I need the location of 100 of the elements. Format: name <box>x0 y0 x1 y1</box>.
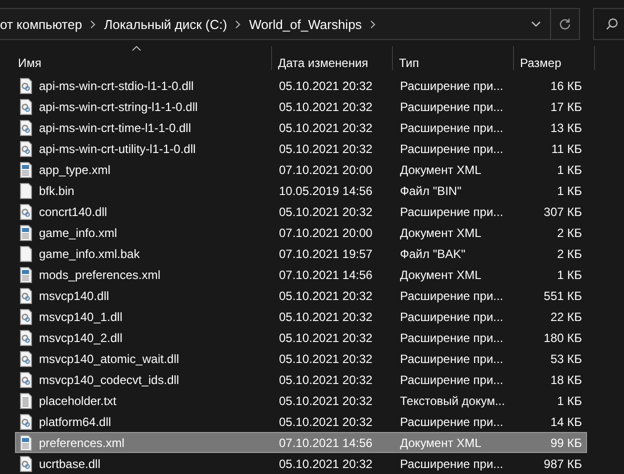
gear-file-icon <box>19 78 33 94</box>
file-row[interactable]: api-ms-win-crt-time-l1-1-0.dll 05.10.2021 20:32 Расширение при... 13 КБ <box>15 117 587 138</box>
size-cell-text: 2 КБ <box>556 226 582 240</box>
xml-file-icon <box>19 434 33 450</box>
date-cell-text: 10.05.2019 14:56 <box>278 184 374 198</box>
file-row[interactable]: bfk.bin 10.05.2019 14:56 Файл "BIN" 1 КБ <box>15 180 587 201</box>
file-row[interactable]: ucrtbase.dll 05.10.2021 20:32 Расширение при... 987 КБ <box>15 453 587 474</box>
address-bar[interactable]: от компьютер Локальный диск (C:) World_of_Warships <box>0 8 580 40</box>
date-cell-text: 05.10.2021 20:32 <box>278 414 374 428</box>
date-cell-text: 05.10.2021 20:32 <box>278 288 374 302</box>
file-row[interactable]: api-ms-win-crt-string-l1-1-0.dll 05.10.2021 20:32 Расширение при... 17 КБ <box>15 96 587 117</box>
gear-file-icon <box>19 288 33 304</box>
file-row[interactable]: preferences.xml 07.10.2021 14:56 Документ XML 99 КБ <box>15 432 587 453</box>
column-header[interactable]: Тип <box>393 46 514 70</box>
file-name: bfk.bin <box>39 184 74 198</box>
date-cell-text: 05.10.2021 20:32 <box>278 100 374 114</box>
gear-file-icon <box>19 308 33 324</box>
size-cell-text: 1 КБ <box>556 268 582 282</box>
size-cell-text: 1 КБ <box>556 394 582 408</box>
file-row[interactable]: concrt140.dll 05.10.2021 20:32 Расширение при... 307 КБ <box>15 201 587 222</box>
date-cell-text: 05.10.2021 20:32 <box>278 120 374 134</box>
file-row[interactable]: mods_preferences.xml 07.10.2021 14:56 Документ XML 1 КБ <box>15 264 587 285</box>
type-cell-text: Документ XML <box>399 268 482 282</box>
size-cell-text: 307 КБ <box>542 204 582 218</box>
search-field[interactable] <box>593 8 624 40</box>
size-cell-text: 1 КБ <box>556 162 582 176</box>
date-cell-text: 07.10.2021 20:00 <box>278 226 374 240</box>
file-name: ucrtbase.dll <box>39 456 100 470</box>
gear-file-icon <box>19 140 33 156</box>
date-cell-text: 05.10.2021 20:32 <box>278 78 374 92</box>
size-cell-text: 99 КБ <box>549 436 582 450</box>
file-row[interactable]: msvcp140.dll 05.10.2021 20:32 Расширение при... 551 КБ <box>15 285 587 306</box>
file-name: msvcp140_2.dll <box>39 330 122 344</box>
file-row[interactable]: platform64.dll 05.10.2021 20:32 Расширение при... 14 КБ <box>15 411 587 432</box>
xml-file-icon <box>19 224 33 240</box>
date-cell-text: 05.10.2021 20:32 <box>278 310 374 324</box>
type-cell-text: Файл "BIN" <box>399 184 462 198</box>
chevron-right-icon <box>90 20 96 28</box>
date-cell-text: 05.10.2021 20:32 <box>278 394 374 408</box>
type-cell-text: Расширение при... <box>399 204 504 218</box>
file-name: game_info.xml.bak <box>39 246 140 260</box>
date-cell-text: 05.10.2021 20:32 <box>278 204 374 218</box>
file-row[interactable]: msvcp140_atomic_wait.dll 05.10.2021 20:32 Расширение при... 53 КБ <box>15 348 587 369</box>
file-row[interactable]: app_type.xml 07.10.2021 20:00 Документ XML 1 КБ <box>15 159 587 180</box>
file-name: placeholder.txt <box>39 394 116 408</box>
file-name: api-ms-win-crt-utility-l1-1-0.dll <box>39 142 196 156</box>
file-row[interactable]: game_info.xml.bak 07.10.2021 19:57 Файл "BAK" 2 КБ <box>15 243 587 264</box>
size-cell-text: 2 КБ <box>556 246 582 260</box>
sort-up-icon <box>132 46 140 51</box>
size-cell-text: 53 КБ <box>549 352 582 366</box>
column-header[interactable]: Имя <box>0 46 272 70</box>
date-cell-text: 07.10.2021 14:56 <box>278 268 374 282</box>
size-cell-text: 16 КБ <box>549 78 582 92</box>
type-cell-text: Расширение при... <box>399 414 504 428</box>
gear-file-icon <box>19 204 33 220</box>
gear-file-icon <box>19 456 33 472</box>
type-cell-text: Документ XML <box>399 436 482 450</box>
breadcrumb[interactable]: Локальный диск (C:) <box>96 16 236 32</box>
chevron-right-icon <box>370 20 376 28</box>
type-cell-text: Расширение при... <box>399 310 504 324</box>
file-name: game_info.xml <box>39 226 118 240</box>
breadcrumb[interactable]: от компьютер <box>0 16 90 32</box>
date-cell-text: 05.10.2021 20:32 <box>278 372 374 386</box>
file-name: msvcp140_atomic_wait.dll <box>39 352 180 366</box>
file-name: msvcp140_1.dll <box>39 310 122 324</box>
size-cell-text: 180 КБ <box>542 330 582 344</box>
file-row[interactable]: msvcp140_codecvt_ids.dll 05.10.2021 20:32 Расширение при... 18 КБ <box>15 369 587 390</box>
size-cell-text: 11 КБ <box>550 142 582 156</box>
search-icon <box>606 18 618 30</box>
type-cell-text: Расширение при... <box>399 352 504 366</box>
blank-file-icon <box>19 182 33 198</box>
size-cell-text: 17 КБ <box>549 100 582 114</box>
blank-file-icon <box>19 246 33 262</box>
type-cell-text: Расширение при... <box>399 330 504 344</box>
size-cell-text: 13 КБ <box>549 120 582 134</box>
size-cell-text: 22 КБ <box>549 310 582 324</box>
gear-file-icon <box>19 120 33 136</box>
date-cell-text: 05.10.2021 20:32 <box>278 142 374 156</box>
type-cell-text: Расширение при... <box>399 456 504 470</box>
file-row[interactable]: msvcp140_1.dll 05.10.2021 20:32 Расширение при... 22 КБ <box>15 306 587 327</box>
column-header[interactable]: Размер <box>514 46 595 70</box>
file-row[interactable]: api-ms-win-crt-stdio-l1-1-0.dll 05.10.2021 20:32 Расширение при... 16 КБ <box>15 75 587 96</box>
gear-file-icon <box>19 330 33 346</box>
file-row[interactable]: msvcp140_2.dll 05.10.2021 20:32 Расширение при... 180 КБ <box>15 327 587 348</box>
type-cell-text: Текстовый докум... <box>399 394 506 408</box>
type-cell-text: Документ XML <box>399 162 482 176</box>
gear-file-icon <box>19 350 33 366</box>
breadcrumb[interactable]: World_of_Warships <box>241 16 370 32</box>
file-row[interactable]: api-ms-win-crt-utility-l1-1-0.dll 05.10.2021 20:32 Расширение при... 11 КБ <box>15 138 587 159</box>
type-cell-text: Расширение при... <box>399 372 504 386</box>
file-row[interactable]: placeholder.txt 05.10.2021 20:32 Текстовый докум... 1 КБ <box>15 390 587 411</box>
column-header[interactable]: Дата изменения <box>272 46 393 70</box>
file-name: mods_preferences.xml <box>39 268 160 282</box>
gear-file-icon <box>19 98 33 114</box>
file-name: app_type.xml <box>39 162 110 176</box>
file-row[interactable]: game_info.xml 07.10.2021 20:00 Документ XML 2 КБ <box>15 222 587 243</box>
type-cell-text: Расширение при... <box>399 78 504 92</box>
date-cell-text: 05.10.2021 20:32 <box>278 330 374 344</box>
xml-file-icon <box>19 266 33 282</box>
type-cell-text: Расширение при... <box>399 288 504 302</box>
